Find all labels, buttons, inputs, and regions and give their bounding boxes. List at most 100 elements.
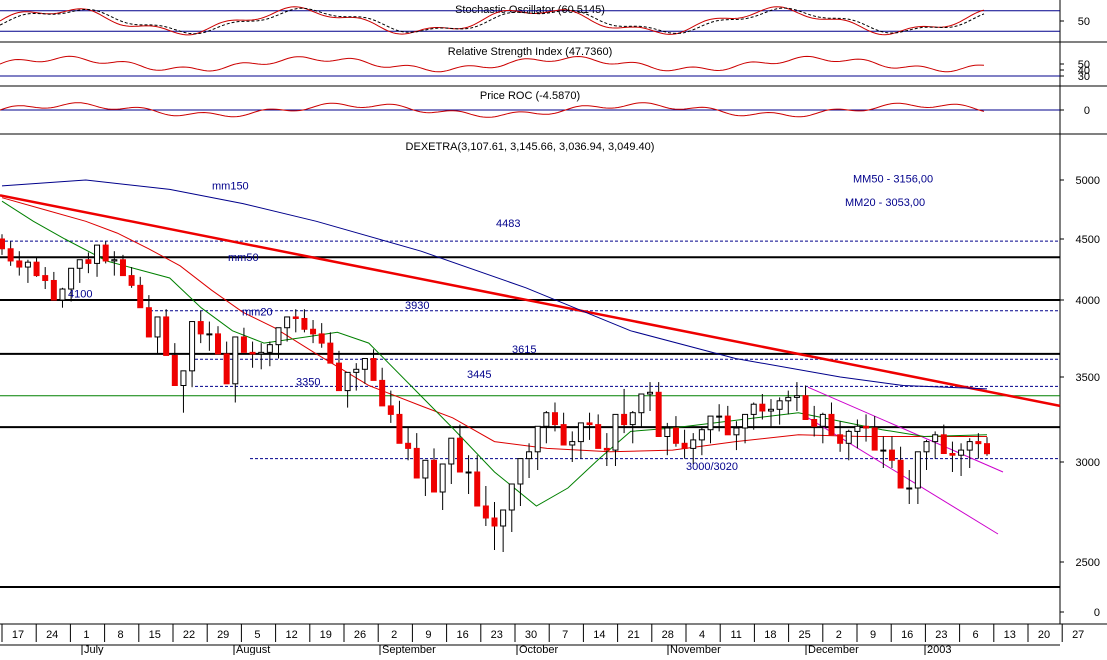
candle [16, 251, 23, 276]
annotation-label: 3350 [296, 377, 320, 389]
candle-body [301, 317, 308, 330]
candle-body [102, 244, 109, 262]
candle-body [59, 288, 66, 301]
x-day-label: 11 [730, 629, 741, 641]
x-day-label: 24 [46, 629, 58, 641]
candle [456, 424, 463, 473]
candle [802, 385, 809, 421]
x-day-label: 28 [662, 629, 674, 641]
candle-body [33, 261, 40, 277]
candle [811, 405, 818, 437]
candle [923, 439, 930, 470]
candle-body [335, 362, 342, 392]
x-month-label: August [236, 644, 270, 655]
candle-body [586, 422, 593, 426]
candle [431, 448, 438, 493]
candle-body [534, 425, 541, 453]
x-day-label: 22 [183, 629, 195, 641]
y-tick-label: 0 [1094, 607, 1100, 619]
candle-body [612, 413, 619, 451]
candle-body [906, 487, 913, 490]
candle-body [975, 441, 982, 445]
candle-body [880, 449, 887, 452]
annotation-label: mm20 [242, 306, 273, 318]
candle [560, 412, 567, 446]
x-day-label: 13 [1004, 629, 1016, 641]
candle-body [923, 441, 930, 453]
candle-body [647, 391, 654, 395]
candle [508, 483, 515, 532]
x-day-label: 9 [425, 629, 431, 641]
candle [180, 370, 187, 413]
x-day-label: 30 [525, 629, 537, 641]
x-day-label: 18 [764, 629, 776, 641]
annotation-label: mm150 [212, 180, 249, 192]
candle [154, 316, 161, 354]
candle [767, 399, 774, 427]
candle [223, 341, 230, 385]
candle [327, 332, 334, 364]
candle [638, 393, 645, 428]
candle-body [655, 391, 662, 437]
candle [949, 441, 956, 472]
y-tick-label: 5000 [1076, 175, 1100, 187]
level-label: 3000/3020 [686, 461, 738, 473]
candle-body [448, 437, 455, 465]
candle-body [491, 517, 498, 527]
candle-body [76, 259, 83, 269]
candle-body [258, 351, 265, 355]
indicator-tick-label: 50 [1078, 16, 1090, 28]
candle-body [318, 333, 325, 344]
x-day-label: 2 [836, 629, 842, 641]
candle-body [932, 434, 939, 443]
x-day-label: 2 [391, 629, 397, 641]
candle [828, 402, 835, 436]
candle [344, 371, 351, 408]
candle [189, 321, 196, 388]
candle-body [577, 422, 584, 443]
candle [361, 358, 368, 384]
candle-body [785, 396, 792, 402]
candle-body [966, 441, 973, 451]
candle [785, 390, 792, 415]
x-day-label: 27 [1072, 629, 1084, 641]
candle-body [275, 327, 282, 346]
candle [845, 429, 852, 461]
candle [128, 267, 135, 288]
x-day-label: 8 [118, 629, 124, 641]
candle [137, 276, 144, 309]
candle-body [68, 267, 75, 290]
candle [888, 436, 895, 468]
candle [940, 424, 947, 454]
candle [491, 502, 498, 550]
candle [897, 446, 904, 489]
candle [145, 295, 152, 338]
candle-body [664, 427, 671, 437]
candle-body [422, 459, 429, 479]
candle-body [569, 441, 576, 446]
y-tick-label: 3500 [1076, 372, 1100, 384]
candle-body [819, 413, 826, 427]
x-day-label: 15 [149, 629, 161, 641]
candle [742, 413, 749, 444]
candle-body [621, 413, 628, 426]
candle [707, 415, 714, 444]
mm150-line [1, 179, 988, 390]
x-day-label: 6 [973, 629, 979, 641]
candle-body [500, 509, 507, 527]
candle [232, 336, 239, 403]
x-day-label: 5 [254, 629, 260, 641]
indicator-tick-label: 0 [1084, 105, 1090, 117]
candle [776, 397, 783, 425]
candle [59, 287, 66, 308]
candle-body [189, 321, 196, 372]
candle-body [707, 415, 714, 431]
candle [603, 433, 610, 466]
candle-body [776, 400, 783, 410]
candle-body [396, 413, 403, 444]
candle [292, 309, 299, 333]
candle [526, 443, 533, 478]
candle [474, 455, 481, 507]
candle [24, 259, 31, 283]
candle [258, 343, 265, 370]
